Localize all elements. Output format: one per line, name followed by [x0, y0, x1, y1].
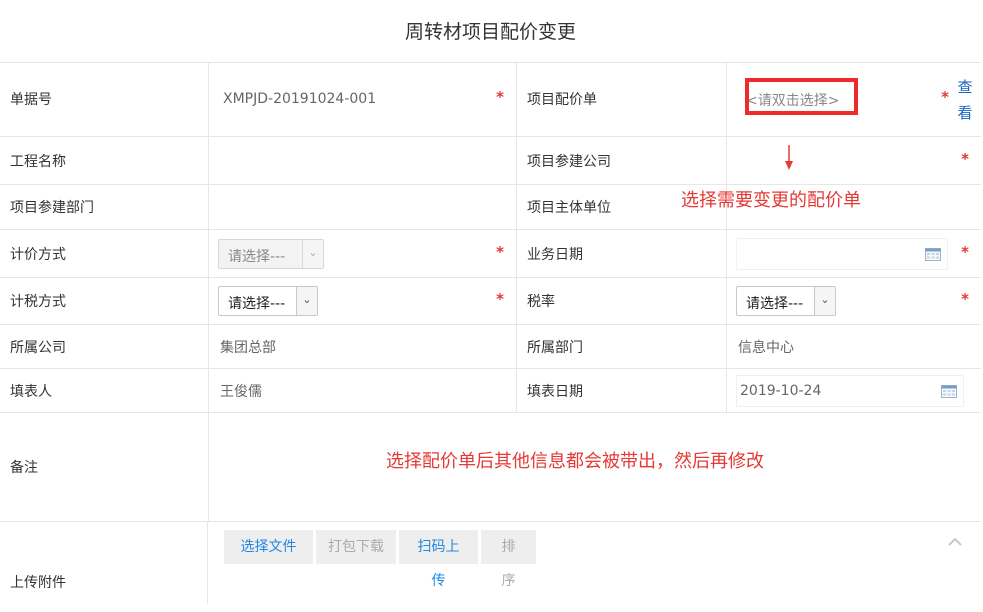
required-mark: *	[496, 88, 504, 107]
form-row-filler: 填表人 王俊儒 填表日期 2019-10-24	[0, 369, 981, 413]
remark-label: 备注	[10, 460, 38, 476]
calendar-icon[interactable]	[941, 384, 957, 398]
required-mark: *	[941, 88, 949, 107]
attachments-label: 上传附件	[10, 575, 66, 591]
tax-method-value-cell: 请选择--- ⌄ *	[209, 278, 517, 324]
company-label-cell: 项目参建公司	[517, 137, 727, 184]
price-sheet-label-cell: 项目配价单	[517, 62, 727, 136]
tax-rate-value-cell: 请选择--- ⌄ *	[727, 278, 981, 324]
fill-date-input[interactable]: 2019-10-24	[736, 374, 964, 407]
company-field[interactable]: *	[727, 137, 981, 184]
pricing-method-value: 请选择---	[228, 248, 286, 265]
belong-dept-value: 信息中心	[738, 339, 794, 356]
form-row-pricing: 计价方式 请选择--- ⌄ * 业务日期 *	[0, 230, 981, 278]
dept-label-cell: 项目参建部门	[0, 185, 209, 229]
fill-date-label: 填表日期	[527, 383, 583, 400]
business-date-input[interactable]	[736, 237, 948, 270]
main-unit-label: 项目主体单位	[527, 200, 611, 216]
choose-file-button[interactable]: 选择文件	[224, 530, 313, 564]
belong-company-value: 集团总部	[220, 339, 276, 356]
pricing-method-label: 计价方式	[10, 246, 66, 263]
form-row-belong: 所属公司 集团总部 所属部门 信息中心	[0, 325, 981, 369]
annotation-after-select: 选择配价单后其他信息都会被带出，然后再修改	[386, 451, 764, 472]
chevron-down-icon: ⌄	[302, 239, 323, 268]
pricing-value-cell: 请选择--- ⌄ *	[209, 230, 517, 277]
pricing-method-select[interactable]: 请选择--- ⌄	[218, 238, 324, 269]
dept-field[interactable]	[209, 185, 517, 229]
required-mark: *	[496, 290, 504, 309]
tax-rate-select[interactable]: 请选择--- ⌄	[736, 286, 836, 316]
chevron-up-icon[interactable]	[947, 536, 963, 546]
belong-dept-label-cell: 所属部门	[517, 325, 727, 368]
page-title: 周转材项目配价变更	[0, 0, 981, 63]
form-row-project-name: 工程名称 项目参建公司 *	[0, 137, 981, 185]
business-date-value-cell: *	[727, 230, 981, 277]
belong-dept-value-cell: 信息中心	[727, 325, 981, 368]
project-name-field[interactable]	[209, 137, 517, 184]
highlight-box	[745, 78, 858, 115]
fill-date-value: 2019-10-24	[740, 382, 822, 399]
sort-button[interactable]: 排 序	[481, 530, 536, 589]
view-link[interactable]: 查看	[957, 74, 973, 126]
doc-no-label: 单据号	[10, 92, 52, 108]
required-mark: *	[961, 149, 969, 168]
calendar-icon[interactable]	[925, 247, 941, 261]
fill-date-label-cell: 填表日期	[517, 369, 727, 412]
required-mark: *	[961, 242, 969, 261]
business-date-label-cell: 业务日期	[517, 230, 727, 277]
dept-label: 项目参建部门	[10, 200, 94, 216]
form-row-tax: 计税方式 请选择--- ⌄ * 税率 请选择--- ⌄ *	[0, 278, 981, 325]
tax-rate-label: 税率	[527, 294, 555, 310]
filler-label: 填表人	[10, 383, 52, 400]
tax-method-value: 请选择---	[228, 296, 286, 312]
filler-label-cell: 填表人	[0, 369, 209, 412]
filler-value: 王俊儒	[220, 383, 262, 400]
tax-rate-value: 请选择---	[746, 296, 804, 312]
company-label: 项目参建公司	[527, 153, 611, 170]
tax-method-label: 计税方式	[10, 294, 66, 310]
tax-rate-label-cell: 税率	[517, 278, 727, 324]
business-date-label: 业务日期	[527, 246, 583, 263]
annotation-select-sheet: 选择需要变更的配价单	[681, 190, 861, 211]
project-name-label-cell: 工程名称	[0, 137, 209, 184]
chevron-down-icon: ⌄	[296, 287, 317, 315]
belong-company-value-cell: 集团总部	[209, 325, 517, 368]
remark-label-cell: 备注	[0, 413, 209, 521]
scan-upload-button[interactable]: 扫码上传	[399, 530, 478, 589]
price-sheet-label: 项目配价单	[527, 92, 597, 108]
attachments-label-cell: 上传附件	[0, 522, 208, 604]
change-form: 单据号 XMPJD-20191024-001 * 项目配价单 * 查看 工程名称…	[0, 62, 981, 604]
arrow-down-icon	[785, 145, 793, 170]
pack-download-button[interactable]: 打包下载	[316, 530, 396, 564]
tax-method-select[interactable]: 请选择--- ⌄	[218, 286, 318, 316]
doc-no-value-cell: XMPJD-20191024-001 *	[209, 62, 517, 136]
belong-company-label-cell: 所属公司	[0, 325, 209, 368]
belong-company-label: 所属公司	[10, 339, 66, 356]
pricing-label-cell: 计价方式	[0, 230, 209, 277]
tax-method-label-cell: 计税方式	[0, 278, 209, 324]
filler-value-cell: 王俊儒	[209, 369, 517, 412]
fill-date-value-cell: 2019-10-24	[727, 369, 981, 412]
required-mark: *	[496, 242, 504, 261]
project-name-label: 工程名称	[10, 153, 66, 170]
belong-dept-label: 所属部门	[527, 339, 583, 356]
doc-no-value: XMPJD-20191024-001	[223, 91, 377, 107]
chevron-down-icon: ⌄	[814, 287, 835, 315]
doc-no-label-cell: 单据号	[0, 62, 209, 136]
required-mark: *	[961, 290, 969, 309]
